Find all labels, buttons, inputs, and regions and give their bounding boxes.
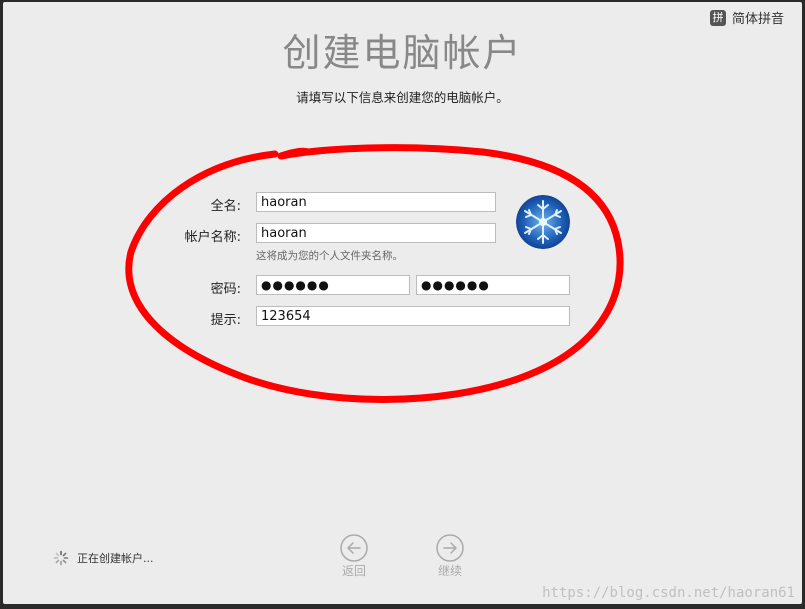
setup-window: 拼 简体拼音 创建电脑帐户 请填写以下信息来创建您的电脑帐户。 全名: haor… bbox=[3, 2, 802, 604]
password-label: 密码: bbox=[210, 282, 241, 297]
continue-label: 继续 bbox=[437, 564, 462, 578]
account-name-hint: 这将成为您的个人文件夹名称。 bbox=[256, 250, 403, 262]
hint-label: 提示: bbox=[210, 313, 241, 328]
watermark-text: https://blog.csdn.net/haoran61 bbox=[542, 585, 795, 601]
page-subtitle: 请填写以下信息来创建您的电脑帐户。 bbox=[296, 90, 509, 105]
account-name-field[interactable]: haoran bbox=[256, 223, 496, 243]
arrow-left-circle-icon bbox=[340, 534, 368, 562]
status-text: 正在创建帐户... bbox=[77, 552, 154, 565]
spinner-icon bbox=[53, 550, 69, 566]
status-area: 正在创建帐户... bbox=[53, 550, 154, 566]
account-name-label: 帐户名称: bbox=[184, 230, 241, 245]
snowflake-icon bbox=[516, 195, 570, 249]
page-title: 创建电脑帐户 bbox=[282, 31, 523, 75]
hint-field[interactable]: 123654 bbox=[256, 306, 570, 326]
arrow-right-circle-icon bbox=[436, 534, 464, 562]
back-button[interactable]: 返回 bbox=[340, 534, 368, 579]
back-label: 返回 bbox=[341, 564, 366, 578]
fullname-label: 全名: bbox=[210, 199, 241, 214]
continue-button[interactable]: 继续 bbox=[436, 534, 464, 579]
fullname-field[interactable]: haoran bbox=[256, 192, 496, 212]
verify-password-field[interactable]: ●●●●●● bbox=[416, 275, 570, 295]
password-field[interactable]: ●●●●●● bbox=[256, 275, 410, 295]
user-avatar[interactable] bbox=[516, 195, 570, 249]
